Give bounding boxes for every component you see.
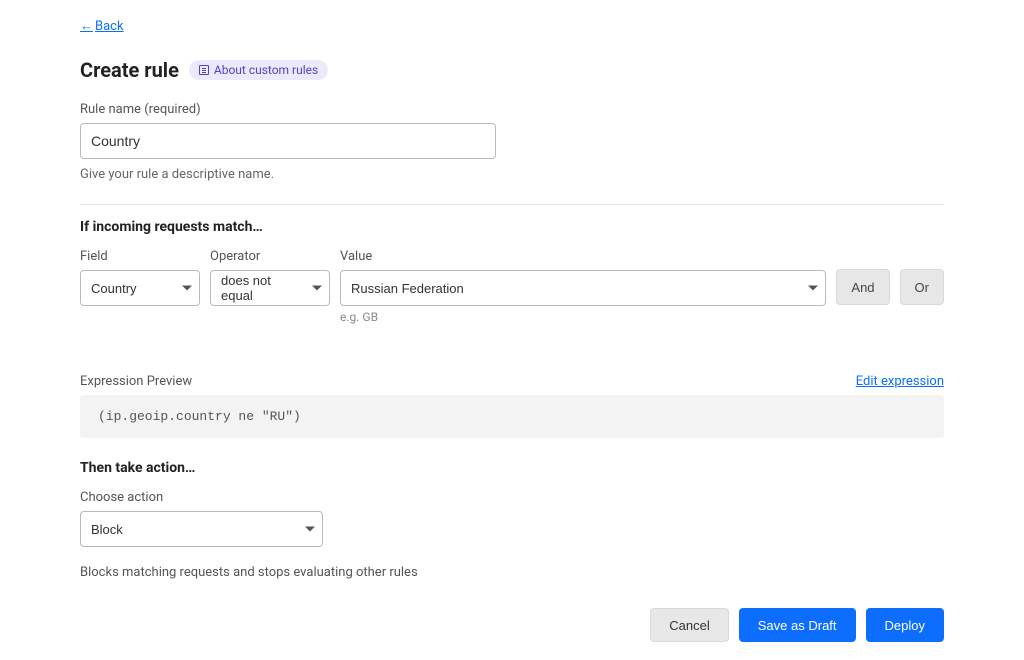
and-button[interactable]: And: [836, 269, 889, 305]
action-select[interactable]: Block: [80, 511, 323, 547]
action-section-title: Then take action…: [80, 460, 944, 476]
field-label: Field: [80, 249, 200, 264]
operator-label: Operator: [210, 249, 330, 264]
or-button[interactable]: Or: [900, 269, 944, 305]
document-icon: [199, 65, 209, 75]
value-label: Value: [340, 249, 826, 264]
arrow-left-icon: ←: [80, 18, 93, 34]
expression-preview-code: (ip.geoip.country ne "RU"): [80, 395, 944, 438]
cancel-button[interactable]: Cancel: [650, 608, 728, 642]
divider: [80, 204, 944, 205]
action-description: Blocks matching requests and stops evalu…: [80, 565, 944, 580]
rule-name-label: Rule name (required): [80, 102, 944, 117]
value-select-value: Russian Federation: [351, 281, 464, 296]
field-select[interactable]: Country: [80, 270, 200, 306]
operator-select[interactable]: does not equal: [210, 270, 330, 306]
deploy-button[interactable]: Deploy: [866, 608, 944, 642]
edit-expression-link[interactable]: Edit expression: [856, 374, 944, 389]
field-select-value: Country: [91, 281, 137, 296]
choose-action-label: Choose action: [80, 490, 944, 505]
value-example: e.g. GB: [340, 310, 826, 324]
rule-name-input[interactable]: [80, 123, 496, 159]
rule-name-helper: Give your rule a descriptive name.: [80, 167, 944, 182]
about-label: About custom rules: [214, 63, 318, 77]
operator-select-value: does not equal: [221, 273, 301, 303]
back-link[interactable]: ← Back: [80, 18, 124, 34]
match-section-title: If incoming requests match…: [80, 219, 944, 235]
action-select-value: Block: [91, 522, 123, 537]
page-title: Create rule: [80, 58, 179, 82]
save-as-draft-button[interactable]: Save as Draft: [739, 608, 856, 642]
about-custom-rules-badge[interactable]: About custom rules: [189, 60, 328, 80]
expression-preview-label: Expression Preview: [80, 374, 192, 389]
back-label: Back: [95, 19, 124, 34]
value-select[interactable]: Russian Federation: [340, 270, 826, 306]
